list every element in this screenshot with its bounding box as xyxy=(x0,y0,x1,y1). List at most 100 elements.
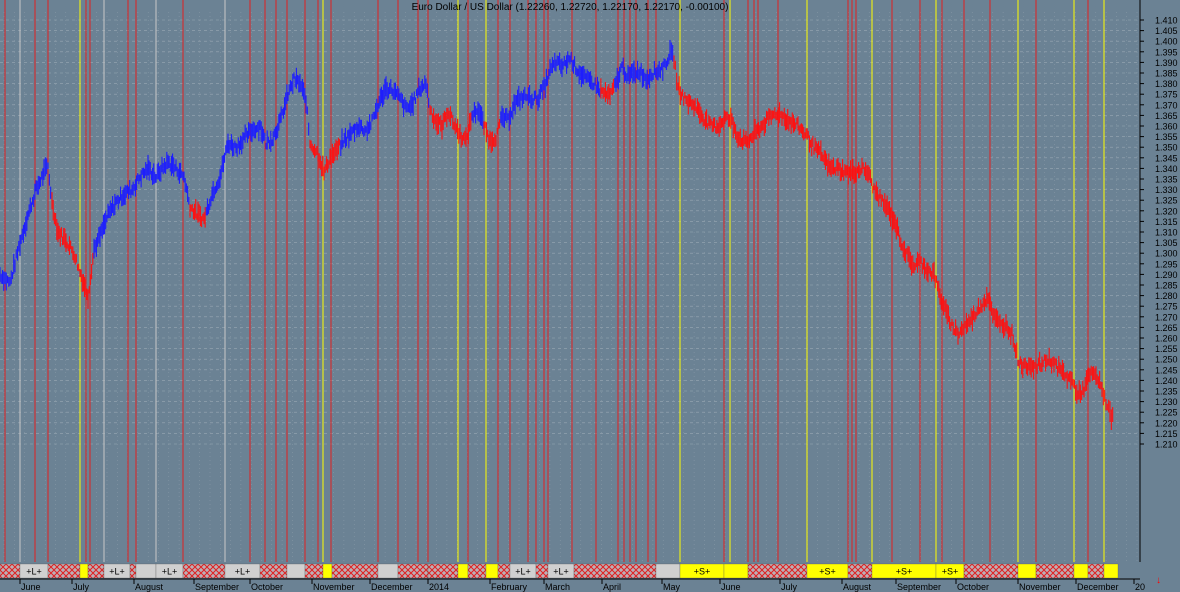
band-label: +L+ xyxy=(109,567,125,577)
x-tick-label: October xyxy=(957,582,989,592)
y-tick-label: 1.270 xyxy=(1155,312,1178,322)
x-tick-label: February xyxy=(491,582,528,592)
y-tick-label: 1.295 xyxy=(1155,259,1178,269)
y-tick-label: 1.260 xyxy=(1155,334,1178,344)
y-tick-label: 1.345 xyxy=(1155,153,1178,163)
x-tick-label: September xyxy=(897,582,941,592)
band-segment xyxy=(0,563,21,579)
x-tick-label: October xyxy=(251,582,283,592)
band-segment xyxy=(1073,563,1089,579)
band-segment xyxy=(182,563,226,579)
x-tick-label: May xyxy=(663,582,681,592)
y-tick-label: 1.335 xyxy=(1155,175,1178,185)
red-down-arrow-icon: ↓ xyxy=(1156,575,1161,586)
y-tick-label: 1.340 xyxy=(1155,164,1178,174)
band-segment xyxy=(497,563,511,579)
grid xyxy=(0,12,1140,562)
band-segment xyxy=(322,563,333,579)
band-label: +L+ xyxy=(26,567,42,577)
y-tick-label: 1.315 xyxy=(1155,217,1178,227)
y-tick-label: 1.380 xyxy=(1155,79,1178,89)
band-label: +L+ xyxy=(515,567,531,577)
x-tick-label: August xyxy=(843,582,872,592)
band-label: +S+ xyxy=(694,567,711,577)
x-tick-label: 20 xyxy=(1135,582,1145,592)
x-tick-label: August xyxy=(135,582,164,592)
x-tick-label: 2014 xyxy=(429,582,449,592)
y-tick-label: 1.305 xyxy=(1155,238,1178,248)
band-segment xyxy=(1035,563,1075,579)
chart-title: Euro Dollar / US Dollar (1.22260, 1.2272… xyxy=(411,2,729,13)
band-segment xyxy=(963,563,1019,579)
x-tick-label: July xyxy=(781,582,798,592)
y-tick-label: 1.210 xyxy=(1155,440,1178,450)
band-segment xyxy=(427,563,459,579)
band-segment xyxy=(47,563,81,579)
band-segment xyxy=(467,563,487,579)
band-segment xyxy=(485,563,499,579)
band-segment xyxy=(723,563,749,579)
y-tick-label: 1.275 xyxy=(1155,302,1178,312)
x-tick-label: December xyxy=(1077,582,1119,592)
y-tick-label: 1.300 xyxy=(1155,249,1178,259)
y-tick-label: 1.405 xyxy=(1155,26,1178,36)
y-tick-label: 1.355 xyxy=(1155,132,1178,142)
band-segment xyxy=(457,563,469,579)
y-tick-label: 1.385 xyxy=(1155,69,1178,79)
y-tick-label: 1.240 xyxy=(1155,376,1178,386)
y-tick-label: 1.365 xyxy=(1155,111,1178,121)
band-label: +S+ xyxy=(896,567,913,577)
x-tick-label: June xyxy=(21,582,41,592)
y-tick-label: 1.350 xyxy=(1155,143,1178,153)
x-tick-label: September xyxy=(195,582,239,592)
band-label: +S+ xyxy=(942,567,959,577)
band-segment xyxy=(397,563,429,579)
y-tick-label: 1.230 xyxy=(1155,397,1178,407)
y-tick-label: 1.215 xyxy=(1155,429,1178,439)
x-tick-label: June xyxy=(721,582,741,592)
band-segment xyxy=(135,563,157,579)
y-tick-label: 1.220 xyxy=(1155,418,1178,428)
band-label: +L+ xyxy=(162,567,178,577)
band-segment xyxy=(87,563,105,579)
y-tick-label: 1.390 xyxy=(1155,58,1178,68)
band-segment xyxy=(1087,563,1105,579)
price-series xyxy=(0,39,1114,430)
band-label: +L+ xyxy=(553,567,569,577)
price-chart[interactable]: 1.410 1.405 1.400 1.395 1.390 1.385 1.380 1.375… xyxy=(0,0,1180,592)
band-segment xyxy=(129,563,137,579)
x-axis: June July August September October November De… xyxy=(0,578,1180,592)
x-tick-label: April xyxy=(603,582,621,592)
band-segment xyxy=(377,563,399,579)
y-tick-label: 1.370 xyxy=(1155,100,1178,110)
y-tick-label: 1.250 xyxy=(1155,355,1178,365)
chart-canvas[interactable]: 1.4101.4051.4001.3951.3901.3851.3801.375… xyxy=(0,0,1180,592)
y-axis: 1.4101.4051.4001.3951.3901.3851.3801.375… xyxy=(1139,0,1180,592)
band-segment xyxy=(747,563,808,579)
band-segment xyxy=(1017,563,1037,579)
y-tick-label: 1.290 xyxy=(1155,270,1178,280)
band-segment xyxy=(304,563,324,579)
y-tick-label: 1.280 xyxy=(1155,291,1178,301)
y-tick-label: 1.395 xyxy=(1155,47,1178,57)
x-tick-label: November xyxy=(313,582,355,592)
x-tick-label: November xyxy=(1019,582,1061,592)
y-tick-label: 1.285 xyxy=(1155,281,1178,291)
band-segment xyxy=(1103,563,1119,579)
y-tick-label: 1.375 xyxy=(1155,90,1178,100)
y-tick-label: 1.255 xyxy=(1155,344,1178,354)
band-label: +S+ xyxy=(819,567,836,577)
y-tick-label: 1.245 xyxy=(1155,365,1178,375)
y-tick-label: 1.310 xyxy=(1155,228,1178,238)
band-segment xyxy=(259,563,288,579)
band-segment xyxy=(286,563,306,579)
signal-band: +L+ +L+ +L+ +L+ +L+ +L+ +S+ +S+ +S+ +S+ xyxy=(0,563,1119,579)
band-segment xyxy=(573,563,657,579)
y-tick-label: 1.320 xyxy=(1155,206,1178,216)
y-tick-label: 1.410 xyxy=(1155,16,1178,26)
x-tick-label: December xyxy=(371,582,413,592)
band-label: +L+ xyxy=(235,567,251,577)
band-segment xyxy=(655,563,681,579)
band-segment xyxy=(535,563,549,579)
y-tick-label: 1.265 xyxy=(1155,323,1178,333)
